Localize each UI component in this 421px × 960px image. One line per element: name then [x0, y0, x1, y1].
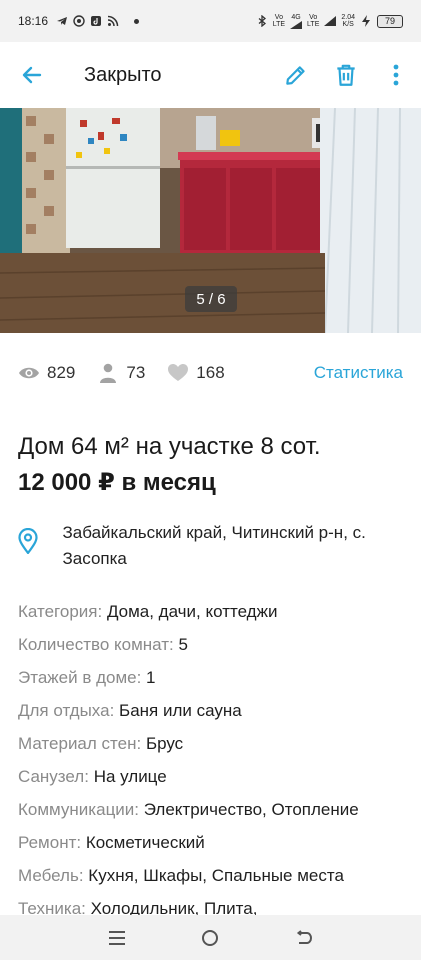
home-icon [202, 929, 219, 946]
property-key: Санузел: [18, 767, 89, 786]
favorites-stat: 168 [167, 362, 225, 384]
volte-1-label: Vo [274, 14, 283, 21]
property-row: Этажей в доме: 1 [18, 661, 418, 694]
eye-icon [18, 362, 40, 384]
listing-header: Дом 64 м² на участке 8 сот. 12 000 ₽ в м… [18, 430, 408, 500]
property-value: На улице [93, 767, 167, 786]
property-value: 1 [146, 668, 156, 687]
property-row: Мебель: Кухня, Шкафы, Спальные места [18, 859, 418, 892]
recent-apps-icon [108, 930, 125, 945]
address-block[interactable]: Забайкальский край, Читинский р-н, с. За… [18, 520, 408, 572]
property-value: Кухня, Шкафы, Спальные места [88, 866, 344, 885]
volte-2-label: Vo [309, 14, 318, 21]
net-speed-unit: K/S [342, 21, 354, 28]
property-row: Для отдыха: Баня или сауна [18, 694, 418, 727]
property-value: Дома, дачи, коттеджи [106, 602, 278, 621]
person-icon [97, 362, 119, 384]
app-bar: Закрыто [0, 42, 421, 108]
volte-2-sub: LTE [307, 21, 320, 28]
rss-icon [107, 15, 119, 27]
volte-2: Vo LTE [307, 14, 319, 28]
property-key: Ремонт: [18, 833, 82, 852]
listing-title: Дом 64 м² на участке 8 сот. [18, 433, 321, 460]
property-value: Брус [145, 734, 184, 753]
property-key: Мебель: [18, 866, 84, 885]
volte-1-sub: LTE [272, 21, 286, 28]
edit-button[interactable] [271, 42, 321, 108]
property-value: Косметический [85, 833, 205, 852]
tiktok-icon [91, 16, 102, 26]
address-text: Забайкальский край, Читинский р-н, с. За… [62, 523, 366, 568]
property-row: Ремонт: Косметический [18, 826, 418, 859]
location-pin-icon [18, 520, 63, 572]
home-button[interactable] [195, 923, 225, 953]
property-value: Электричество, Отопление [143, 800, 359, 819]
property-row: Материал стен: Брус [18, 727, 418, 760]
signal-bars-2-icon [324, 16, 337, 26]
property-row: Категория: Дома, дачи, коттеджи [18, 595, 418, 628]
volte-1: Vo LTE [273, 14, 285, 28]
battery-icon: 79 [377, 14, 403, 28]
back-arrow-icon [22, 66, 42, 84]
property-key: Категория: [18, 602, 103, 621]
property-key: Материал стен: [18, 734, 142, 753]
edit-icon [286, 66, 305, 85]
bluetooth-icon [258, 15, 266, 27]
signal-4g-label: 4G [291, 13, 301, 21]
telegram-icon [57, 17, 68, 25]
signal-bars-icon [290, 20, 303, 29]
net-speed: 2.04 K/S [341, 14, 355, 28]
photo-counter: 5 / 6 [185, 286, 237, 312]
views-stat: 829 [18, 362, 75, 384]
property-row: Коммуникации: Электричество, Отопление [18, 793, 418, 826]
listing-price: 12 000 ₽ в месяц [18, 469, 216, 496]
contacts-count: 73 [126, 363, 146, 382]
contacts-stat: 73 [97, 362, 145, 384]
back-button[interactable] [0, 42, 64, 108]
stats-row: 829 73 168 Статистика [18, 358, 403, 388]
property-value: Баня или сауна [119, 701, 242, 720]
property-value: 5 [178, 635, 188, 654]
page-title: Закрыто [84, 63, 162, 86]
property-key: Количество комнат: [18, 635, 174, 654]
system-icons: Vo LTE 4G Vo LTE 2.04 K/S 79 [256, 14, 403, 29]
statistics-link[interactable]: Статистика [314, 363, 403, 383]
property-row: Санузел: На улице [18, 760, 418, 793]
whatsapp-icon [73, 15, 85, 27]
properties-list: Категория: Дома, дачи, коттеджи Количест… [18, 595, 418, 925]
delete-button[interactable] [321, 42, 371, 108]
status-bar: 18:16 Vo LTE 4G Vo LTE 2.04 K/S 79 [0, 0, 421, 42]
system-nav-bar [0, 915, 421, 960]
notification-icons [56, 15, 140, 27]
views-count: 829 [47, 363, 76, 382]
photo-gallery[interactable]: 5 / 6 [0, 108, 421, 333]
more-button[interactable] [371, 42, 421, 108]
heart-icon [167, 362, 189, 384]
favorites-count: 168 [196, 363, 225, 382]
delete-icon [337, 64, 355, 86]
charging-icon [362, 15, 370, 27]
property-key: Этажей в доме: [18, 668, 142, 687]
system-back-button[interactable] [289, 923, 319, 953]
property-key: Коммуникации: [18, 800, 140, 819]
recent-apps-button[interactable] [102, 923, 132, 953]
more-notifications-dot [134, 18, 140, 24]
net-speed-value: 2.04 [341, 14, 355, 21]
back-icon [297, 929, 313, 944]
property-key: Для отдыха: [18, 701, 115, 720]
signal-4g: 4G [290, 13, 303, 29]
property-row: Количество комнат: 5 [18, 628, 418, 661]
status-time: 18:16 [18, 14, 49, 28]
more-icon [393, 64, 399, 86]
